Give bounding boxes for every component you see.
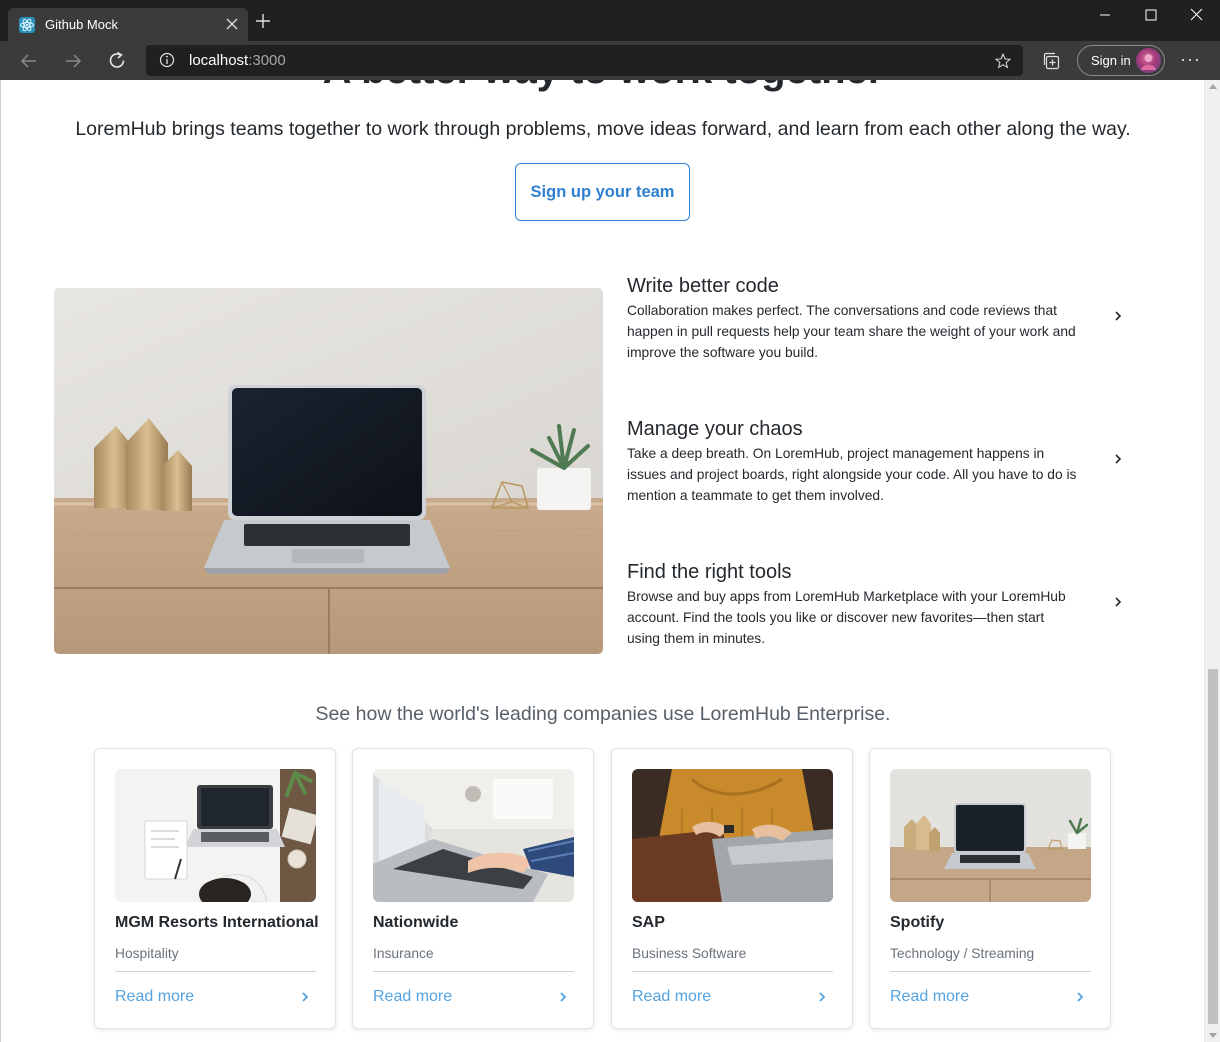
- more-icon[interactable]: ···: [1180, 50, 1200, 69]
- typing-laptop-illustration: [373, 769, 574, 902]
- laptop-sweater-illustration: [632, 769, 833, 902]
- arrow-right-icon[interactable]: [61, 49, 85, 73]
- company-industry: Technology / Streaming: [890, 946, 1035, 961]
- read-more-link[interactable]: Read more: [115, 987, 194, 1007]
- desk-workspace-illustration: [115, 769, 316, 902]
- close-icon[interactable]: [224, 16, 240, 32]
- browser-tab[interactable]: Github Mock: [8, 8, 248, 41]
- feature-description: Collaboration makes perfect. The convers…: [627, 303, 1076, 360]
- hero-image: [54, 288, 603, 654]
- scroll-down-arrow-icon[interactable]: [1209, 1033, 1217, 1038]
- chevron-right-icon[interactable]: [1113, 453, 1123, 465]
- company-name: Nationwide: [373, 914, 459, 931]
- company-industry: Insurance: [373, 946, 434, 961]
- read-more-link[interactable]: Read more: [632, 987, 711, 1007]
- company-name: MGM Resorts International: [115, 914, 319, 931]
- feature-write-code[interactable]: Write better code Collaboration makes pe…: [627, 274, 1127, 363]
- company-card-spotify[interactable]: Spotify Technology / Streaming Read more: [869, 748, 1111, 1029]
- collections-icon[interactable]: [1042, 51, 1061, 70]
- avatar: [1136, 48, 1161, 73]
- company-card-sap[interactable]: SAP Business Software Read more: [611, 748, 853, 1029]
- read-more-link[interactable]: Read more: [373, 987, 452, 1007]
- maximize-icon[interactable]: [1128, 0, 1174, 30]
- company-card-mgm[interactable]: MGM Resorts International Hospitality Re…: [94, 748, 336, 1029]
- url-host: localhost: [189, 52, 249, 69]
- card-divider: [373, 971, 574, 972]
- feature-title: Manage your chaos: [627, 418, 803, 440]
- card-divider: [115, 971, 316, 972]
- react-atom-icon: [19, 17, 35, 33]
- card-image: [373, 769, 574, 902]
- chevron-right-icon[interactable]: [817, 991, 827, 1003]
- read-more-link[interactable]: Read more: [890, 987, 969, 1007]
- feature-description: Browse and buy apps from LoremHub Market…: [627, 589, 1066, 646]
- sign-in-label: Sign in: [1091, 53, 1131, 68]
- feature-find-tools[interactable]: Find the right tools Browse and buy apps…: [627, 560, 1127, 649]
- card-image: [632, 769, 833, 902]
- card-image: [115, 769, 316, 902]
- feature-description: Take a deep breath. On LoremHub, project…: [627, 446, 1077, 503]
- sign-up-team-button[interactable]: Sign up your team: [515, 163, 690, 221]
- intro-text: LoremHub brings teams together to work t…: [75, 118, 1131, 140]
- feature-title: Write better code: [627, 275, 779, 297]
- window-close-icon[interactable]: [1174, 0, 1220, 30]
- refresh-icon[interactable]: [105, 49, 129, 73]
- card-divider: [890, 971, 1091, 972]
- laptop-desk-small-illustration: [890, 769, 1091, 902]
- feature-manage-chaos[interactable]: Manage your chaos Take a deep breath. On…: [627, 417, 1127, 506]
- section-heading: A better way to work together: [1, 80, 1204, 94]
- company-industry: Business Software: [632, 946, 747, 961]
- laptop-desk-illustration: [54, 288, 603, 654]
- star-icon[interactable]: [994, 52, 1012, 70]
- url-port: :3000: [248, 52, 286, 69]
- scrollbar-thumb[interactable]: [1208, 669, 1218, 1024]
- company-industry: Hospitality: [115, 946, 179, 961]
- feature-title: Find the right tools: [627, 561, 792, 583]
- arrow-left-icon[interactable]: [17, 49, 41, 73]
- card-divider: [632, 971, 833, 972]
- page-viewport: A better way to work together LoremHub b…: [0, 80, 1204, 1042]
- sign-in-button[interactable]: Sign in: [1077, 45, 1165, 76]
- card-image: [890, 769, 1091, 902]
- company-card-nationwide[interactable]: Nationwide Insurance Read more: [352, 748, 594, 1029]
- chevron-right-icon[interactable]: [300, 991, 310, 1003]
- avatar-icon: [1141, 54, 1156, 70]
- chevron-right-icon[interactable]: [558, 991, 568, 1003]
- address-bar[interactable]: localhost:3000: [146, 45, 1023, 76]
- chevron-right-icon[interactable]: [1075, 991, 1085, 1003]
- url-text[interactable]: localhost:3000: [189, 52, 286, 69]
- companies-heading: See how the world's leading companies us…: [315, 703, 891, 725]
- plus-icon[interactable]: [254, 12, 272, 30]
- minimize-icon[interactable]: [1082, 0, 1128, 30]
- scroll-up-arrow-icon[interactable]: [1209, 84, 1217, 89]
- chevron-right-icon[interactable]: [1113, 310, 1123, 322]
- info-icon[interactable]: [159, 52, 175, 68]
- chevron-right-icon[interactable]: [1113, 596, 1123, 608]
- company-name: SAP: [632, 914, 665, 931]
- browser-toolbar: localhost:3000 Sign in ···: [0, 41, 1220, 80]
- tab-title: Github Mock: [45, 17, 118, 32]
- page-scrollbar[interactable]: [1204, 80, 1220, 1042]
- browser-tab-bar: Github Mock: [0, 0, 1220, 41]
- company-name: Spotify: [890, 914, 945, 931]
